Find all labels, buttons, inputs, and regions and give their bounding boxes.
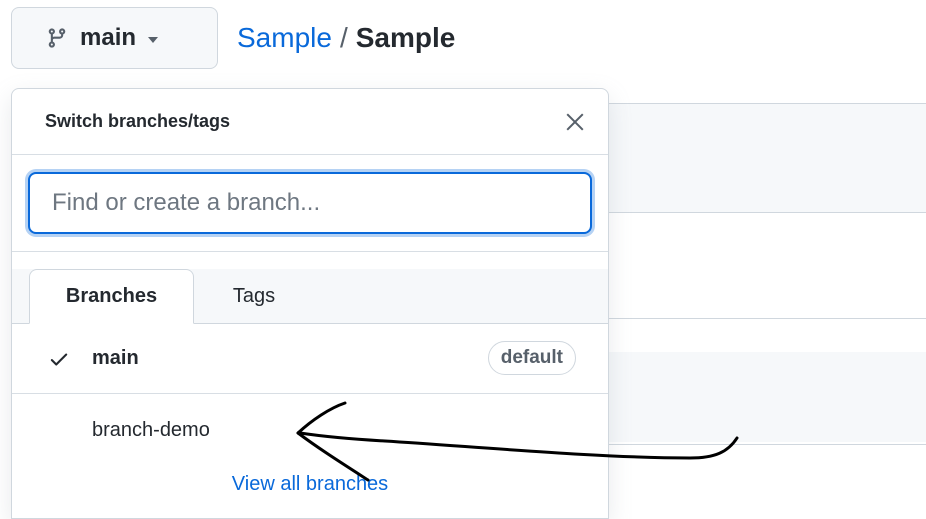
breadcrumb-repo-link[interactable]: Sample bbox=[356, 22, 456, 54]
caret-down-icon bbox=[148, 36, 159, 43]
breadcrumb-separator: / bbox=[339, 22, 348, 53]
file-table-background bbox=[560, 103, 926, 445]
dropdown-filter bbox=[12, 155, 608, 252]
view-all-branches-link[interactable]: View all branches bbox=[12, 473, 608, 496]
file-table-header bbox=[561, 104, 926, 213]
page: main Sample / Sample Switch branches/tag… bbox=[0, 0, 926, 519]
breadcrumb: Sample / Sample bbox=[237, 22, 455, 54]
default-branch-badge: default bbox=[487, 341, 576, 375]
branch-filter-input[interactable] bbox=[28, 172, 592, 234]
branch-item-branch-demo[interactable]: branch-demo bbox=[12, 394, 608, 466]
breadcrumb-owner-link[interactable]: Sample bbox=[237, 22, 332, 54]
dropdown-header: Switch branches/tags bbox=[12, 89, 608, 155]
dropdown-tabs: Branches Tags bbox=[12, 252, 608, 324]
close-icon[interactable] bbox=[562, 109, 588, 135]
tabs-top-spacer bbox=[12, 252, 608, 269]
branch-item-label: main bbox=[92, 347, 139, 369]
git-branch-icon bbox=[48, 28, 66, 48]
branch-dropdown: Switch branches/tags Branches Tags main … bbox=[11, 88, 609, 519]
branch-item-main[interactable]: main default bbox=[12, 324, 608, 394]
dropdown-title: Switch branches/tags bbox=[45, 111, 231, 131]
file-table-divider bbox=[561, 318, 926, 319]
branch-item-label: branch-demo bbox=[92, 418, 210, 441]
check-icon bbox=[50, 353, 68, 366]
branch-select-label: main bbox=[80, 24, 137, 51]
tab-branches[interactable]: Branches bbox=[29, 269, 194, 324]
file-table-row bbox=[561, 352, 926, 442]
branch-select-button[interactable]: main bbox=[11, 7, 218, 69]
tab-tags[interactable]: Tags bbox=[194, 269, 314, 324]
